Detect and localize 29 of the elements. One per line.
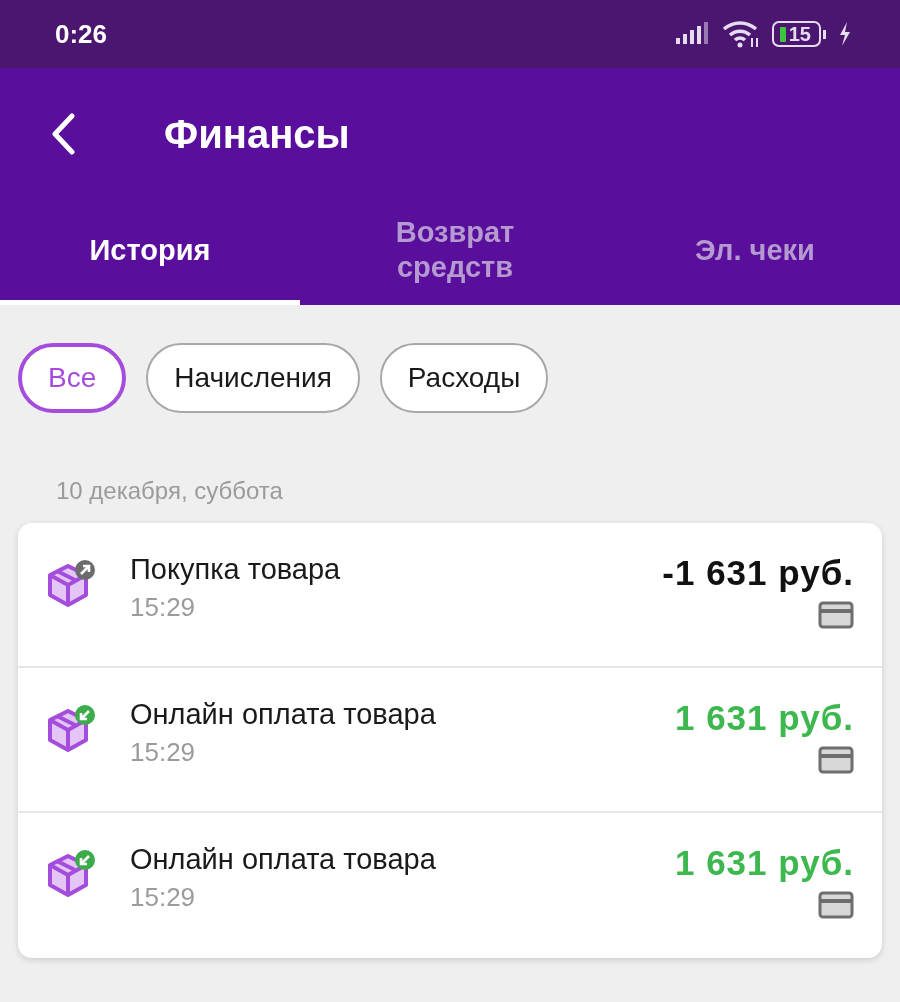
card-icon xyxy=(818,746,854,774)
transaction-title: Онлайн оплата товара xyxy=(130,843,437,876)
transaction-row[interactable]: Покупка товара 15:29 -1 631 руб. xyxy=(18,523,882,668)
signal-icon xyxy=(673,22,710,46)
transaction-title: Покупка товара xyxy=(130,553,342,586)
wifi-icon xyxy=(721,20,760,48)
filter-chip[interactable]: Все xyxy=(18,343,127,413)
clock-time: 0:26 xyxy=(55,18,108,50)
transaction-time: 15:29 xyxy=(130,882,197,913)
tab[interactable]: Возврат средств xyxy=(300,200,610,305)
date-heading: 10 декабря, суббота xyxy=(56,477,284,505)
transaction-title: Онлайн оплата товара xyxy=(130,698,437,731)
transaction-amount: -1 631 руб. xyxy=(662,553,854,593)
charging-icon xyxy=(838,22,852,46)
transaction-row[interactable]: Онлайн оплата товара 15:29 1 631 руб. xyxy=(18,813,882,958)
filter-chip[interactable]: Расходы xyxy=(379,343,549,413)
page-title: Финансы xyxy=(164,111,350,157)
transaction-time: 15:29 xyxy=(130,737,197,768)
battery-indicator: 15 xyxy=(771,21,826,47)
filter-chip[interactable]: Начисления xyxy=(146,343,360,413)
back-icon[interactable] xyxy=(50,113,76,155)
card-icon xyxy=(818,601,854,629)
transaction-row[interactable]: Онлайн оплата товара 15:29 1 631 руб. xyxy=(18,668,882,813)
card-icon xyxy=(818,891,854,919)
tab[interactable]: История xyxy=(0,200,300,305)
transaction-amount: 1 631 руб. xyxy=(674,698,854,738)
transaction-time: 15:29 xyxy=(130,592,197,623)
transaction-amount: 1 631 руб. xyxy=(674,843,854,883)
tab[interactable]: Эл. чеки xyxy=(610,200,900,305)
